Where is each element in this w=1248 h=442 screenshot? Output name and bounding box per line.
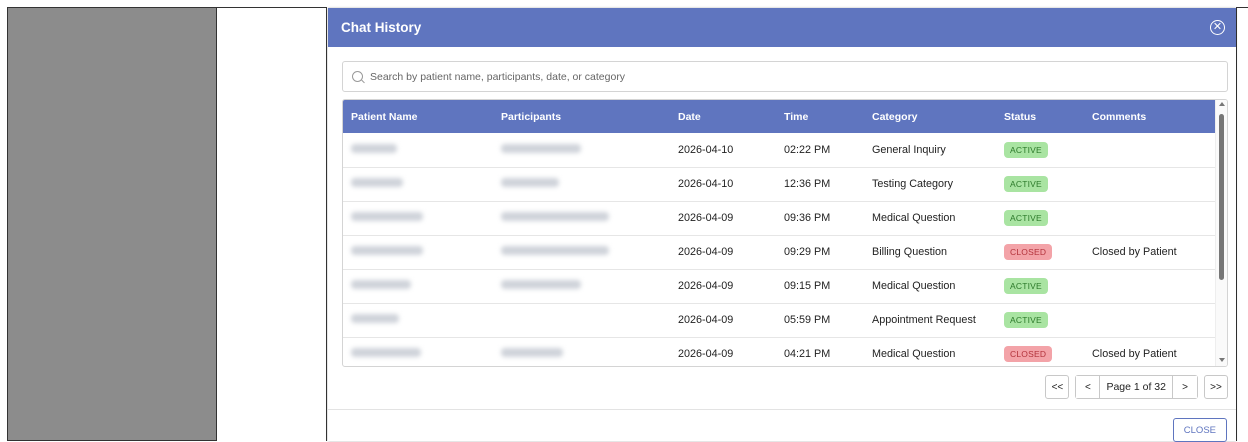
footer-divider	[328, 409, 1236, 410]
comments-cell	[1084, 303, 1216, 337]
table-row[interactable]: 2026-04-10 12:36 PM Testing Category ACTIVE	[343, 167, 1216, 201]
status-cell: ACTIVE	[996, 167, 1084, 201]
category-cell: Appointment Request	[872, 314, 976, 326]
time-cell: 02:22 PM	[784, 143, 831, 156]
patient-name-cell-redacted	[343, 235, 493, 269]
category-cell: Testing Category	[872, 178, 954, 190]
table-scrollbar[interactable]	[1215, 100, 1227, 366]
table-row[interactable]: 2026-04-09 09:15 PM Medical Question ACTIVE	[343, 269, 1216, 303]
patient-name-cell-redacted	[343, 269, 493, 303]
time-cell: 05:59 PM	[784, 314, 831, 326]
time-cell: 09:15 PM	[784, 280, 831, 292]
comments-cell	[1084, 201, 1216, 235]
background-sidebar-panel	[7, 7, 217, 441]
time-cell: 09:29 PM	[784, 246, 831, 258]
close-button[interactable]: CLOSE	[1172, 418, 1227, 442]
category-cell: Medical Question	[872, 280, 956, 292]
column-header-participants[interactable]: Participants	[493, 100, 670, 133]
status-cell: CLOSED	[996, 337, 1084, 366]
category-cell: Billing Question	[872, 246, 948, 258]
participants-cell-redacted	[493, 303, 670, 337]
prev-page-button[interactable]: <	[1076, 376, 1101, 398]
patient-name-cell-redacted	[343, 303, 493, 337]
date-cell: 2026-04-09	[678, 314, 734, 326]
status-badge: CLOSED	[1004, 244, 1053, 260]
participants-cell-redacted	[493, 235, 670, 269]
category-cell: General Inquiry	[872, 143, 946, 156]
patient-name-cell-redacted	[343, 201, 493, 235]
chat-history-modal: Chat History ✕ Patient Name Participants…	[328, 8, 1236, 442]
patient-name-cell-redacted	[343, 337, 493, 366]
comments-cell: Closed by Patient	[1092, 246, 1177, 258]
table-row[interactable]: 2026-04-09 05:59 PM Appointment Request ACT…	[343, 303, 1216, 337]
time-cell: 09:36 PM	[784, 212, 831, 224]
date-cell: 2026-04-09	[678, 348, 734, 360]
first-page-button[interactable]: <<	[1045, 375, 1070, 399]
background-content-panel	[217, 7, 327, 441]
status-cell: ACTIVE	[996, 201, 1084, 235]
status-badge: CLOSED	[1004, 346, 1053, 362]
column-header-category[interactable]: Category	[864, 100, 996, 133]
time-cell: 12:36 PM	[784, 178, 831, 190]
category-cell: Medical Question	[872, 348, 956, 360]
table-row[interactable]: 2026-04-09 09:36 PM Medical Question ACTIVE	[343, 201, 1216, 235]
scroll-up-arrow-icon[interactable]	[1219, 102, 1225, 106]
time-cell: 04:21 PM	[784, 348, 831, 360]
modal-header: Chat History ✕	[328, 8, 1236, 47]
table-row[interactable]: 2026-04-10 02:22 PM General Inquiry ACTIVE	[343, 133, 1216, 167]
participants-cell-redacted	[493, 167, 670, 201]
status-cell: CLOSED	[996, 235, 1084, 269]
next-page-button[interactable]: >	[1173, 376, 1197, 398]
participants-cell-redacted	[493, 201, 670, 235]
patient-name-cell-redacted	[343, 167, 493, 201]
status-badge: ACTIVE	[1004, 141, 1048, 158]
date-cell: 2026-04-10	[678, 178, 734, 190]
comments-cell	[1084, 133, 1216, 167]
status-badge: ACTIVE	[1004, 210, 1048, 226]
date-cell: 2026-04-09	[678, 246, 734, 258]
column-header-date[interactable]: Date	[670, 100, 776, 133]
status-cell: ACTIVE	[996, 133, 1084, 167]
column-header-time[interactable]: Time	[776, 100, 864, 133]
status-badge: ACTIVE	[1004, 278, 1048, 294]
participants-cell-redacted	[493, 133, 670, 167]
table-row[interactable]: 2026-04-09 04:21 PM Medical Question CLOSED…	[343, 337, 1216, 366]
comments-cell	[1084, 167, 1216, 201]
status-badge: ACTIVE	[1004, 176, 1048, 192]
participants-cell-redacted	[493, 269, 670, 303]
patient-name-cell-redacted	[343, 133, 493, 167]
column-header-comments[interactable]: Comments	[1084, 100, 1216, 133]
background-right-edge	[1236, 7, 1248, 441]
scroll-thumb[interactable]	[1219, 114, 1224, 280]
column-header-patient-name[interactable]: Patient Name	[343, 100, 493, 133]
modal-title: Chat History	[341, 20, 422, 35]
page-indicator: Page 1 of 32	[1100, 376, 1173, 398]
search-input[interactable]	[370, 70, 1190, 83]
date-cell: 2026-04-09	[678, 212, 734, 224]
table-header-row: Patient Name Participants Date Time Cate…	[343, 100, 1216, 133]
status-cell: ACTIVE	[996, 303, 1084, 337]
column-header-status[interactable]: Status	[996, 100, 1084, 133]
page-nav-group: < Page 1 of 32 >	[1075, 375, 1198, 399]
comments-cell: Closed by Patient	[1092, 348, 1177, 360]
category-cell: Medical Question	[872, 212, 956, 224]
comments-cell	[1084, 269, 1216, 303]
chat-history-table: Patient Name Participants Date Time Cate…	[342, 99, 1228, 367]
search-box[interactable]	[342, 61, 1228, 92]
status-cell: ACTIVE	[996, 269, 1084, 303]
status-badge: ACTIVE	[1004, 312, 1048, 328]
table-row[interactable]: 2026-04-09 09:29 PM Billing Question CLOSED…	[343, 235, 1216, 269]
search-icon	[352, 71, 363, 82]
pagination: << < Page 1 of 32 > >>	[1045, 375, 1228, 399]
participants-cell-redacted	[493, 337, 670, 366]
date-cell: 2026-04-10	[678, 143, 734, 156]
scroll-down-arrow-icon[interactable]	[1219, 358, 1225, 362]
close-icon[interactable]: ✕	[1210, 20, 1225, 35]
date-cell: 2026-04-09	[678, 280, 734, 292]
last-page-button[interactable]: >>	[1204, 375, 1228, 399]
